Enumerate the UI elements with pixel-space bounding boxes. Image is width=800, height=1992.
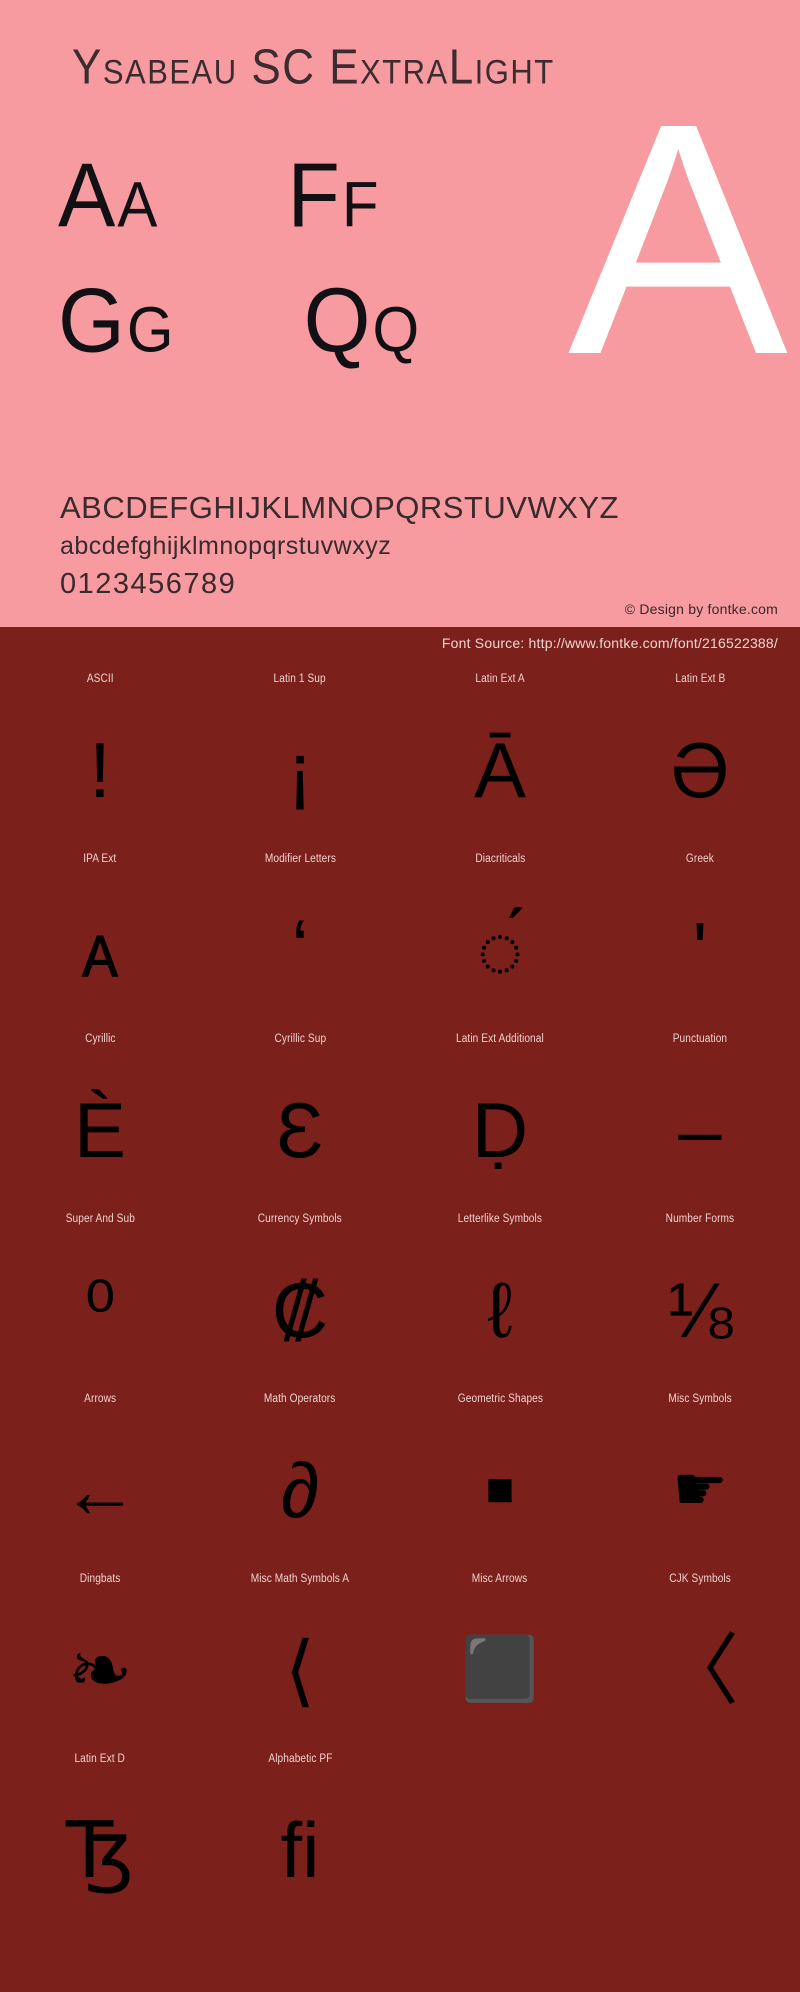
alphabet-block: ABCDEFGHIJKLMNOPQRSTUVWXYZ abcdefghijklm… (60, 488, 619, 604)
unicode-block-cell: Arrows ← (0, 1389, 200, 1569)
unicode-block-cell: Currency Symbols ₡ (200, 1209, 400, 1389)
unicode-block-glyph: ⬛ (461, 1635, 539, 1704)
unicode-block-cell: ASCII! (0, 669, 200, 849)
unicode-block-cell: Super And Sub ⁰ (0, 1209, 200, 1389)
copyright-text: © Design by fontke.com (624, 601, 778, 617)
unicode-block-glyph: ☛ (672, 1455, 728, 1524)
unicode-block-label: Latin Ext D (74, 1753, 126, 1765)
unicode-block-cell: Latin Ext B Ə (600, 669, 800, 849)
unicode-block-glyph: ! (89, 726, 111, 814)
unicode-block-cell: Latin Ext D Ꜩ (0, 1749, 200, 1929)
unicode-block-label: Punctuation (672, 1033, 728, 1045)
unicode-block-label: Math Operators (264, 1393, 336, 1405)
unicode-block-glyph: ¡ (287, 726, 313, 814)
unicode-block-label: Super And Sub (65, 1213, 135, 1225)
unicode-block-label: Letterlike Symbols (457, 1213, 543, 1225)
unicode-block-label: Geometric Shapes (457, 1393, 543, 1405)
glyph-sample-q: Qq (303, 269, 422, 372)
unicode-block-label: Misc Arrows (472, 1573, 528, 1585)
unicode-block-cell: Alphabetic PF ﬁ (200, 1749, 400, 1929)
unicode-block-glyph: Ā (473, 726, 527, 814)
unicode-block-glyph: ﬁ (280, 1806, 320, 1894)
unicode-block-glyph: ⟨ (284, 1626, 316, 1714)
watermark-letter: A (567, 54, 788, 423)
unicode-block-cell: Misc Symbols ☛ (600, 1389, 800, 1569)
unicode-block-cell: Latin 1 Sup ¡ (200, 669, 400, 849)
unicode-block-label: Currency Symbols (257, 1213, 343, 1225)
specimen-top-panel: Ysabeau SC ExtraLight A Aa Ff Gg Qq ABCD… (0, 0, 800, 627)
unicode-block-cell: Misc Math Symbols A ⟨ (200, 1569, 400, 1749)
unicode-block-label: Arrows (83, 1393, 117, 1405)
unicode-block-grid: ASCII! Latin 1 Sup ¡ Latin Ext A Ā Latin Ext … (0, 669, 800, 1929)
unicode-block-label: Latin Ext Additional (456, 1033, 544, 1045)
unicode-block-cell: Letterlike Symbols ℓ (400, 1209, 600, 1389)
unicode-block-glyph: Ꜩ (65, 1806, 135, 1894)
unicode-block-label: Misc Symbols (668, 1393, 732, 1405)
unicode-block-glyph: Ə (670, 726, 730, 814)
unicode-block-label: IPA Ext (83, 853, 117, 865)
unicode-block-cell: Cyrillic Ѐ (0, 1029, 200, 1209)
unicode-block-label: Misc Math Symbols A (250, 1573, 350, 1585)
unicode-block-label: Number Forms (665, 1213, 735, 1225)
unicode-block-cell: Math Operators ∂ (200, 1389, 400, 1569)
unicode-block-glyph: ∂ (280, 1446, 320, 1534)
unicode-block-label: Alphabetic PF (267, 1753, 333, 1765)
font-source-text: Font Source: http://www.fontke.com/font/… (441, 635, 778, 651)
unicode-block-cell: CJK Symbols 〈 (600, 1569, 800, 1749)
unicode-block-label: Diacriticals (475, 853, 525, 865)
unicode-block-label: Cyrillic (84, 1033, 116, 1045)
unicode-block-glyph: Ḍ (471, 1086, 529, 1174)
glyph-sample-grid: Aa Ff Gg Qq (58, 150, 478, 400)
specimen-bottom-panel: Font Source: http://www.fontke.com/font/… (0, 627, 800, 1992)
glyph-sample-row: Aa Ff (58, 150, 478, 275)
unicode-block-cell: Diacriticals ◌́ (400, 849, 600, 1029)
unicode-block-label: Cyrillic Sup (274, 1033, 326, 1045)
unicode-block-cell: Latin Ext A Ā (400, 669, 600, 849)
unicode-block-glyph: 〈 (660, 1626, 739, 1714)
unicode-block-cell: Geometric Shapes ■ (400, 1389, 600, 1569)
unicode-block-cell: Latin Ext Additional Ḍ (400, 1029, 600, 1209)
unicode-block-glyph: ← (61, 1446, 139, 1534)
unicode-block-glyph: ʻ (291, 906, 309, 994)
unicode-block-glyph: ■ (485, 1463, 515, 1516)
unicode-block-glyph: ℓ (487, 1266, 513, 1354)
unicode-block-glyph: ʹ (692, 906, 708, 994)
unicode-block-glyph: ᴀ (80, 906, 120, 994)
unicode-block-cell: Cyrillic Sup Ɛ (200, 1029, 400, 1209)
unicode-block-cell: Number Forms ⅛ (600, 1209, 800, 1389)
unicode-block-glyph: ‒ (678, 1086, 722, 1174)
unicode-block-cell: IPA Ext ᴀ (0, 849, 200, 1029)
unicode-block-cell: Dingbats ❧ (0, 1569, 200, 1749)
unicode-block-cell: Misc Arrows ⬛ (400, 1569, 600, 1749)
unicode-block-glyph: ⁰ (84, 1266, 116, 1354)
unicode-block-glyph: ⅛ (667, 1266, 733, 1354)
unicode-block-label: Greek (685, 853, 714, 865)
glyph-sample-f: Ff (287, 144, 381, 247)
page-title: Ysabeau SC ExtraLight (72, 40, 555, 95)
unicode-block-label: CJK Symbols (669, 1573, 731, 1585)
unicode-block-glyph: Ѐ (73, 1086, 127, 1174)
unicode-block-label: Dingbats (79, 1573, 121, 1585)
unicode-block-cell: Modifier Letters ʻ (200, 849, 400, 1029)
glyph-sample-g: Gg (58, 269, 176, 372)
glyph-sample-a: Aa (58, 144, 160, 247)
unicode-block-label: ASCII (86, 673, 114, 685)
unicode-block-glyph: Ɛ (276, 1086, 324, 1174)
unicode-block-glyph: ❧ (67, 1626, 133, 1714)
unicode-block-cell: Greek ʹ (600, 849, 800, 1029)
unicode-block-label: Modifier Letters (264, 853, 336, 865)
digit-row: 0123456789 (60, 568, 237, 600)
glyph-sample-row: Gg Qq (58, 275, 478, 400)
alphabet-uppercase: ABCDEFGHIJKLMNOPQRSTUVWXYZ (60, 490, 619, 525)
unicode-block-label: Latin 1 Sup (273, 673, 327, 685)
unicode-block-glyph: ₡ (271, 1266, 329, 1354)
unicode-block-cell: Punctuation ‒ (600, 1029, 800, 1209)
unicode-block-label: Latin Ext B (675, 673, 725, 685)
alphabet-lowercase: abcdefghijklmnopqrstuvwxyz (60, 532, 392, 560)
unicode-block-glyph: ◌́ (476, 906, 524, 994)
unicode-block-label: Latin Ext A (475, 673, 525, 685)
